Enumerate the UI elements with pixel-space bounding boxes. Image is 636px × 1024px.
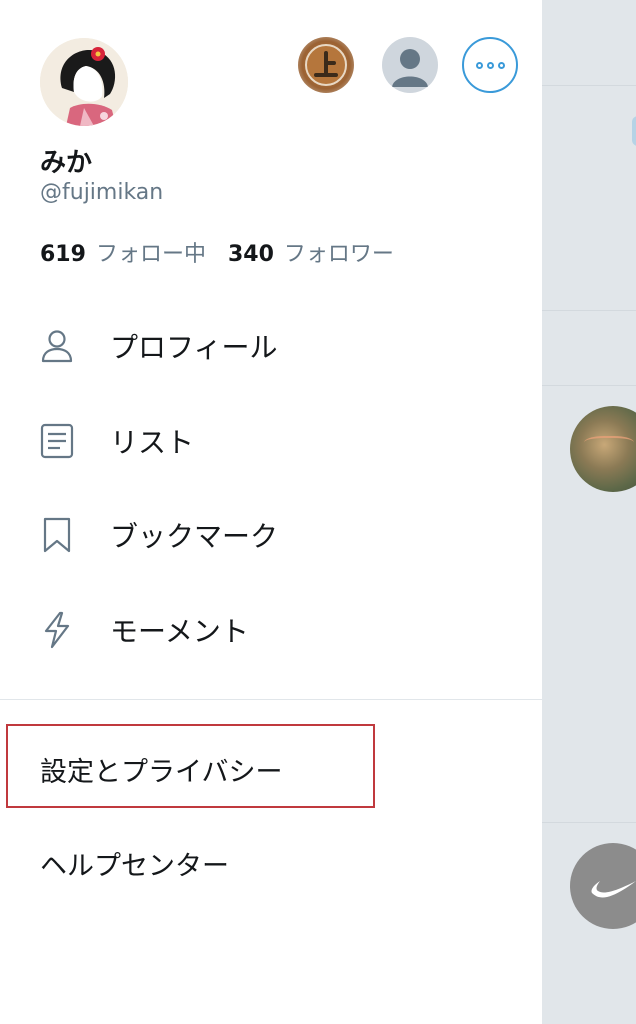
menu-item-bookmarks[interactable]: ブックマーク [0, 495, 542, 575]
timeline-divider [542, 385, 636, 386]
display-name[interactable]: みか [40, 142, 92, 179]
ellipsis-dot [497, 61, 505, 69]
person-silhouette-icon [392, 49, 428, 87]
menu-item-label: プロフィール [110, 331, 278, 364]
menu-item-label: モーメント [110, 615, 249, 648]
follow-stats: 619 フォロー中 340 フォロワー [40, 236, 394, 268]
profile-avatar[interactable] [40, 38, 128, 126]
ellipsis-dot [486, 61, 494, 69]
swoosh-icon [591, 881, 636, 898]
menu-item-label: リスト [110, 426, 195, 459]
bookmark-icon [43, 517, 71, 553]
side-drawer: みか @fujimikan 619 フォロー中 340 フォロワー プロフィール [0, 0, 542, 1024]
followers-label[interactable]: フォロワー [284, 236, 394, 268]
timeline-avatar[interactable] [570, 406, 636, 492]
background-timeline[interactable] [542, 0, 636, 1024]
timeline-divider [542, 85, 636, 86]
menu-item-moments[interactable]: モーメント [0, 590, 542, 670]
following-label[interactable]: フォロー中 [96, 236, 206, 268]
help-center-link[interactable]: ヘルプセンター [40, 844, 229, 883]
list-icon [40, 423, 74, 459]
screen: みか @fujimikan 619 フォロー中 340 フォロワー プロフィール [0, 0, 636, 1024]
badge-avatar-icon [305, 44, 347, 86]
followers-count[interactable]: 340 [228, 242, 274, 267]
timeline-divider [542, 822, 636, 823]
menu-item-lists[interactable]: リスト [0, 401, 542, 481]
timeline-indicator [632, 116, 636, 146]
maiko-avatar-illustration [40, 38, 128, 126]
menu-item-label: ブックマーク [110, 520, 279, 553]
timeline-divider [542, 310, 636, 311]
highlight-annotation [6, 724, 375, 808]
following-count[interactable]: 619 [40, 242, 86, 267]
user-handle[interactable]: @fujimikan [40, 180, 163, 205]
default-account-avatar[interactable] [382, 37, 438, 93]
timeline-avatar-nike[interactable] [570, 843, 636, 929]
person-icon [41, 330, 73, 363]
ellipsis-dot [475, 61, 483, 69]
more-accounts-button[interactable] [462, 37, 518, 93]
lightning-icon [44, 611, 70, 649]
menu-divider [0, 699, 542, 700]
menu-item-profile[interactable]: プロフィール [0, 306, 542, 386]
account-avatar[interactable] [298, 37, 354, 93]
